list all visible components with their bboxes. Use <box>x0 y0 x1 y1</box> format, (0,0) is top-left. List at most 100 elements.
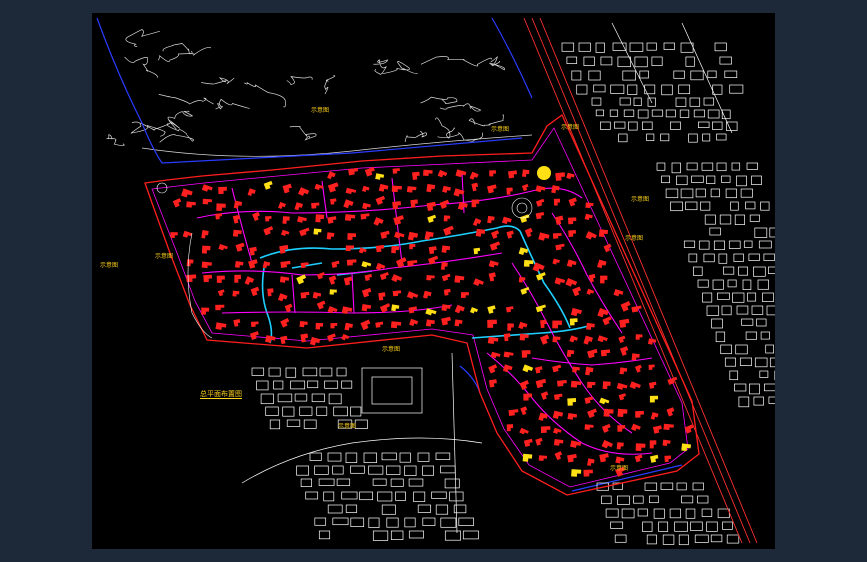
villa-86 <box>232 229 242 237</box>
ctx-east-74 <box>756 318 767 327</box>
villa-270 <box>519 380 529 390</box>
ctx-east-46 <box>693 266 703 276</box>
ctx-ne2-0 <box>591 97 602 106</box>
ctx-ne2-1 <box>619 97 631 106</box>
internal-road-3 <box>551 212 623 334</box>
villa-278 <box>648 381 657 389</box>
villa-146 <box>203 274 213 283</box>
ctx-se-15 <box>653 508 665 519</box>
villa-114 <box>375 244 385 253</box>
villa-224 <box>487 319 497 328</box>
villa-147 <box>216 275 225 283</box>
villa-30 <box>426 183 436 193</box>
ctx-s-5 <box>399 452 411 463</box>
ctx-east-21 <box>685 201 698 211</box>
ctx-s-43 <box>386 517 399 528</box>
villa-125 <box>201 261 212 269</box>
ctx-sw-8 <box>290 380 306 390</box>
ctx-se-25 <box>706 521 718 532</box>
villa-174 <box>300 291 310 299</box>
villa-18 <box>218 186 227 195</box>
ctx-east-30 <box>709 227 721 236</box>
blue-edge-lines <box>96 17 683 492</box>
ctx-se-12 <box>605 508 619 518</box>
water-west <box>261 267 273 344</box>
ctx-se-19 <box>717 508 730 519</box>
villa-41 <box>202 198 212 205</box>
villa-33 <box>471 182 479 192</box>
villa-93 <box>380 230 390 239</box>
villa-68 <box>327 216 337 224</box>
villa-115 <box>391 245 400 254</box>
villa-182 <box>443 288 451 296</box>
villa-320 <box>522 453 533 462</box>
villa-73 <box>427 214 437 223</box>
villa-271 <box>535 378 547 389</box>
villa-75 <box>472 218 482 227</box>
villa-296 <box>635 410 644 418</box>
villa-252 <box>503 351 514 358</box>
villa-295 <box>617 408 628 417</box>
ctx-ne-29 <box>644 84 656 95</box>
villa-233 <box>249 331 259 341</box>
ctx-east-31 <box>754 227 768 238</box>
villa-263 <box>552 364 562 373</box>
contour-24 <box>157 47 212 62</box>
villa-312 <box>553 439 564 446</box>
ctx-east-33 <box>683 240 696 248</box>
ctx-se-18 <box>701 508 713 517</box>
ctx-east-17 <box>710 188 720 198</box>
ctx-sw-12 <box>260 393 274 405</box>
villa-325 <box>599 453 609 463</box>
villa-275 <box>602 381 611 390</box>
villa-106 <box>598 229 609 237</box>
villa-305 <box>617 425 626 432</box>
villa-50 <box>375 195 386 205</box>
villa-57 <box>535 198 545 207</box>
ctx-ne2-17 <box>600 121 611 130</box>
villa-178 <box>378 292 386 301</box>
ctx-east-42 <box>733 253 744 262</box>
villa-259 <box>488 364 498 374</box>
drawing-viewport[interactable]: 示意图 示意图 示意图 示意图 示意图 示意图 示意图 示意图 示意图 示意图 … <box>92 13 775 549</box>
ctx-east-10 <box>706 175 716 184</box>
ctx-s-10 <box>332 465 344 475</box>
villa-35 <box>506 187 513 195</box>
ctx-sw-5 <box>336 367 347 377</box>
villa-108 <box>218 244 228 251</box>
villa-67 <box>315 214 325 223</box>
contour-20 <box>124 56 158 78</box>
villa-246 <box>583 335 593 345</box>
ctx-east-108 <box>753 396 764 406</box>
villa-181 <box>423 290 432 299</box>
ctx-sw-24 <box>286 419 301 427</box>
villa-242 <box>519 333 529 341</box>
villa-162 <box>488 272 496 282</box>
villa-273 <box>570 380 582 388</box>
ctx-se-6 <box>601 495 612 505</box>
villa-304 <box>601 423 611 433</box>
ctx-se-17 <box>685 508 696 519</box>
villa-228 <box>552 320 562 329</box>
ctx-ne2-27 <box>660 133 670 142</box>
ctx-east-40 <box>703 253 715 263</box>
villa-165 <box>554 277 566 285</box>
contour-4 <box>488 56 506 71</box>
villa-285 <box>599 397 610 405</box>
ctx-east-102 <box>749 383 760 395</box>
villa-64 <box>265 215 272 222</box>
ctx-ne-16 <box>719 56 732 65</box>
ctx-s-13 <box>386 465 401 475</box>
contour-18 <box>289 126 317 141</box>
ctx-s-4 <box>381 452 397 461</box>
villa-0 <box>327 171 336 180</box>
ctx-se-22 <box>658 521 669 532</box>
villa-95 <box>407 231 419 241</box>
ctx-east-58 <box>702 292 713 303</box>
ctx-se-20 <box>610 521 624 529</box>
villa-331 <box>583 469 593 477</box>
ctx-ne2-6 <box>703 97 715 106</box>
ctx-sw-4 <box>319 367 333 377</box>
ctx-east-79 <box>760 331 770 340</box>
ctx-east-101 <box>734 383 747 392</box>
